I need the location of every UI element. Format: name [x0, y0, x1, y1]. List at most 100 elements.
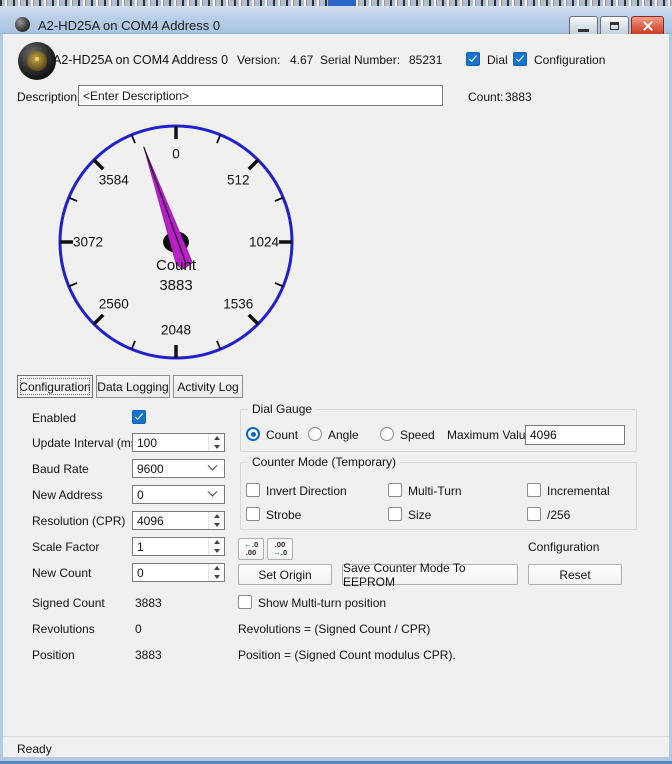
increase-decimal-button[interactable]: .00 →.0 [267, 538, 293, 560]
multi-turn-label[interactable]: Multi-Turn [408, 484, 462, 498]
incremental-label[interactable]: Incremental [547, 484, 610, 498]
statusbar-separator [3, 736, 669, 737]
serial-number-label: Serial Number: [320, 53, 400, 67]
decrease-decimal-button[interactable]: ←.0 .00 [238, 538, 264, 560]
svg-text:0: 0 [172, 147, 180, 162]
chevron-down-icon [208, 487, 218, 497]
window-controls [567, 16, 664, 36]
incremental-checkbox[interactable] [527, 483, 541, 497]
new-address-label: New Address [32, 488, 103, 502]
radio-count[interactable] [246, 427, 260, 441]
baud-rate-select[interactable]: 9600 [132, 459, 225, 478]
configuration-checkbox-label[interactable]: Configuration [534, 53, 605, 67]
svg-text:512: 512 [227, 172, 250, 187]
check-icon [469, 53, 477, 62]
window-border-bottom [0, 757, 672, 764]
enabled-checkbox[interactable] [132, 410, 146, 424]
triangle-up-icon [214, 436, 220, 440]
spinner-down-button[interactable] [209, 547, 224, 556]
window-title: A2-HD25A on COM4 Address 0 [38, 18, 220, 33]
spinner-down-button[interactable] [209, 521, 224, 530]
dial-center-value: 3883 [159, 277, 192, 294]
save-counter-mode-button[interactable]: Save Counter Mode To EEPROM [342, 564, 518, 585]
dial-needle [137, 143, 194, 270]
window-border-left [0, 34, 3, 757]
size-checkbox[interactable] [388, 507, 402, 521]
resolution-stepper[interactable]: 4096 [132, 511, 225, 530]
check-icon [135, 411, 143, 420]
title-bar[interactable]: A2-HD25A on COM4 Address 0 [0, 6, 672, 34]
set-origin-button[interactable]: Set Origin [238, 564, 332, 585]
triangle-down-icon [214, 549, 220, 553]
new-count-label: New Count [32, 566, 91, 580]
spinner-up-button[interactable] [209, 434, 224, 443]
tab-data-logging[interactable]: Data Logging [96, 375, 170, 398]
arrow-right-icon: → [273, 548, 281, 557]
triangle-up-icon [214, 540, 220, 544]
minimize-button[interactable] [569, 16, 598, 36]
radio-angle[interactable] [308, 427, 322, 441]
count-value: 3883 [505, 90, 532, 104]
counter-mode-group-title: Counter Mode (Temporary) [248, 455, 400, 469]
update-interval-stepper[interactable]: 100 [132, 433, 225, 452]
check-icon [516, 53, 524, 62]
close-button[interactable] [631, 16, 664, 36]
div256-checkbox[interactable] [527, 507, 541, 521]
invert-direction-label[interactable]: Invert Direction [266, 484, 347, 498]
tab-configuration[interactable]: Configuration [17, 375, 93, 398]
dial-checkbox[interactable] [466, 52, 480, 66]
count-label: Count: [468, 90, 503, 104]
new-count-stepper[interactable]: 0 [132, 563, 225, 582]
triangle-down-icon [214, 575, 220, 579]
baud-rate-label: Baud Rate [32, 462, 89, 476]
radio-dot-icon [251, 432, 256, 437]
description-input[interactable]: <Enter Description> [78, 85, 443, 106]
invert-direction-checkbox[interactable] [246, 483, 260, 497]
resolution-label: Resolution (CPR) [32, 514, 125, 528]
dial-center-label: Count [156, 257, 197, 274]
revolutions-value: 0 [135, 622, 142, 636]
tab-activity-log[interactable]: Activity Log [173, 375, 243, 398]
radio-angle-label[interactable]: Angle [328, 428, 359, 442]
radio-speed-label[interactable]: Speed [400, 428, 435, 442]
application-window: A2-HD25A on COM4 Address 0 A2-HD25A on C… [0, 0, 672, 764]
revolutions-label: Revolutions [32, 622, 95, 636]
div256-label[interactable]: /256 [547, 508, 570, 522]
dial-gauge-group-title: Dial Gauge [248, 402, 316, 416]
dial-checkbox-label[interactable]: Dial [487, 53, 508, 67]
triangle-down-icon [214, 445, 220, 449]
svg-text:3072: 3072 [73, 235, 103, 250]
version-label: Version: [237, 53, 280, 67]
position-label: Position [32, 648, 75, 662]
multi-turn-checkbox[interactable] [388, 483, 402, 497]
scale-factor-label: Scale Factor [32, 540, 99, 554]
svg-text:1024: 1024 [249, 235, 280, 250]
size-label[interactable]: Size [408, 508, 431, 522]
spinner-up-button[interactable] [209, 512, 224, 521]
svg-text:2560: 2560 [99, 297, 129, 312]
reset-button[interactable]: Reset [528, 564, 622, 585]
dial-gauge: 0512102415362048256030723584 Count 3883 [51, 117, 301, 367]
maximum-value-input[interactable]: 4096 [525, 425, 625, 445]
spinner-up-button[interactable] [209, 538, 224, 547]
spinner-down-button[interactable] [209, 573, 224, 582]
new-address-select[interactable]: 0 [132, 485, 225, 504]
app-icon [15, 17, 30, 32]
spinner-up-button[interactable] [209, 564, 224, 573]
show-multiturn-checkbox[interactable] [238, 595, 252, 609]
strobe-label[interactable]: Strobe [266, 508, 301, 522]
radio-speed[interactable] [380, 427, 394, 441]
spinner-down-button[interactable] [209, 443, 224, 452]
maximize-button[interactable] [600, 16, 629, 36]
strobe-checkbox[interactable] [246, 507, 260, 521]
status-text: Ready [17, 742, 52, 756]
triangle-up-icon [214, 514, 220, 518]
description-label: Description [17, 90, 77, 104]
close-icon [642, 20, 654, 32]
radio-count-label[interactable]: Count [266, 428, 298, 442]
device-name: A2-HD25A on COM4 Address 0 [53, 53, 228, 67]
configuration-checkbox[interactable] [513, 52, 527, 66]
scale-factor-stepper[interactable]: 1 [132, 537, 225, 556]
update-interval-label: Update Interval (ms) [32, 436, 141, 450]
show-multiturn-label[interactable]: Show Multi-turn position [258, 596, 386, 610]
